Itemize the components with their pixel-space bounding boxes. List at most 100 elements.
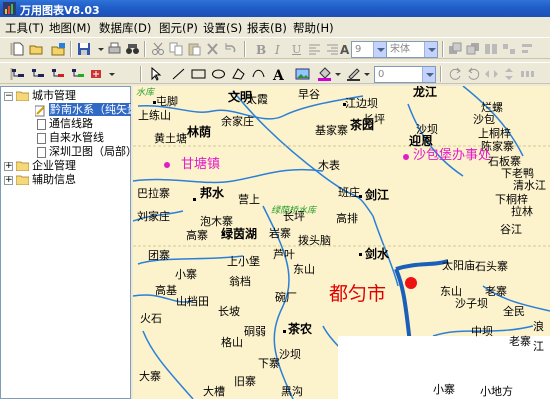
menu-primitive[interactable]: 图元(P) [159, 20, 198, 36]
polygon-tool-button[interactable] [230, 66, 247, 82]
undo-button[interactable] [222, 41, 239, 57]
tree-item-enterprise[interactable]: 企业管理 [32, 159, 76, 173]
map-label: 基家寨 [315, 124, 348, 137]
tree-remove-icon [72, 69, 84, 77]
map-label: 巴拉寨 [137, 187, 170, 200]
expand-toggle[interactable]: + [4, 176, 13, 185]
expand-toggle[interactable]: + [4, 162, 13, 171]
distribute-icon [521, 71, 534, 77]
tree-item-city-management[interactable]: 城市管理 [32, 89, 76, 103]
curve-tool-button[interactable] [250, 66, 267, 82]
tree-item-qiannan-water[interactable]: 黔南水系（纯矢量 [49, 103, 131, 117]
map-label: 剑水 [365, 247, 390, 261]
bold-button[interactable]: B [252, 41, 269, 57]
flip-v-button[interactable] [501, 66, 518, 82]
tree-dropdown[interactable] [104, 66, 121, 82]
main-toolbar: B I U A 9 宋体 [0, 37, 550, 59]
italic-icon: I [274, 43, 280, 56]
select-tool-button[interactable] [147, 66, 164, 82]
rotate-right-button[interactable] [465, 66, 482, 82]
menu-map[interactable]: 地图(M) [49, 20, 91, 36]
tree-remove-button[interactable] [70, 66, 87, 82]
map-label: 芦叶 [273, 248, 295, 261]
preview-button[interactable] [124, 41, 141, 57]
town-dot-icon [222, 233, 225, 236]
tree-collapse-button[interactable] [30, 66, 47, 82]
tree-item-label: 企业管理 [32, 159, 76, 172]
text-tool-button[interactable]: A [270, 66, 287, 82]
menu-tools[interactable]: 工具(T) [5, 20, 44, 36]
rotate-left-button[interactable] [447, 66, 464, 82]
align-left-button[interactable] [306, 41, 323, 57]
font-size-select[interactable]: 9 [351, 41, 387, 58]
font-a-icon: A [340, 43, 350, 56]
menu-database[interactable]: 数据库(D) [99, 20, 151, 36]
map-label: 黄土塘 [154, 132, 187, 145]
delete-button[interactable] [204, 41, 221, 57]
print-button[interactable] [106, 41, 123, 57]
font-family-select[interactable]: 宋体 [386, 41, 438, 58]
menu-help[interactable]: 帮助(H) [293, 20, 334, 36]
collapse-toggle[interactable]: − [4, 92, 13, 101]
map-label: 高寨 [186, 229, 208, 242]
svg-text:B: B [256, 43, 266, 56]
line-width-select[interactable]: 0 [374, 66, 436, 83]
open-map-button[interactable] [50, 41, 67, 57]
rotate-right-icon [468, 67, 480, 80]
tree-item-aux-info[interactable]: 辅助信息 [32, 173, 76, 187]
tree-item-shenzhen-satellite[interactable]: 深圳卫图（局部） [49, 145, 137, 159]
map-label: 剑江 [365, 188, 390, 202]
curve-icon [252, 69, 265, 78]
new-file-button[interactable] [10, 41, 27, 57]
map-label: 小寨 [433, 383, 455, 396]
group-button[interactable] [483, 41, 500, 57]
open-file-button[interactable] [28, 41, 45, 57]
tree-expand-button[interactable] [10, 66, 27, 82]
tree-item-telecom[interactable]: 通信线路 [49, 117, 93, 131]
binoculars-icon [126, 44, 139, 54]
copy-button[interactable] [168, 41, 185, 57]
map-label: 拉林 [511, 205, 533, 218]
italic-button[interactable]: I [270, 41, 287, 57]
map-label: 黑沟 [281, 385, 303, 398]
menu-report[interactable]: 报表(B) [247, 20, 287, 36]
layer-back-button[interactable] [447, 41, 464, 57]
tree-add-button[interactable] [50, 66, 67, 82]
map-label: 沙坝 [279, 348, 301, 361]
title-bar: 万用图表V8.03 [0, 0, 550, 17]
map-canvas[interactable]: 屯脚 上练山 黄土塘 文明 太霞 早谷 余家庄 林荫 江边坝 龙江 长坪 基家寨… [133, 86, 550, 399]
tree-icon [12, 69, 24, 77]
town-dot-icon [193, 198, 196, 201]
map-label: 拨头脑 [298, 234, 331, 247]
print-icon [108, 42, 121, 54]
tree-item-water-pipes[interactable]: 自来水管线 [49, 131, 104, 145]
distribute-button[interactable] [519, 66, 536, 82]
chevron-down-icon [109, 73, 115, 76]
group-icon [485, 44, 497, 54]
image-icon [295, 68, 310, 80]
map-label: 小地方 [480, 385, 513, 398]
layer-front-button[interactable] [465, 41, 482, 57]
map-label: 长坪 [283, 210, 305, 223]
rectangle-tool-button[interactable] [190, 66, 207, 82]
image-tool-button[interactable] [294, 66, 311, 82]
line-tool-button[interactable] [170, 66, 187, 82]
ungroup-button[interactable] [501, 41, 518, 57]
paste-button[interactable] [186, 41, 203, 57]
map-label: 大槽 [203, 385, 225, 398]
underline-button[interactable]: U [288, 41, 305, 57]
ellipse-tool-button[interactable] [210, 66, 227, 82]
align-button[interactable] [519, 41, 536, 57]
flip-horizontal-icon [485, 70, 498, 78]
flip-h-button[interactable] [483, 66, 500, 82]
map-label: 沙包 [473, 113, 495, 126]
tree-insert-button[interactable] [88, 66, 105, 82]
save-button[interactable] [76, 41, 93, 57]
map-label: 班庄 [338, 186, 360, 199]
menu-settings[interactable]: 设置(S) [203, 20, 242, 36]
tree-item-label: 城市管理 [32, 89, 76, 102]
map-label: 太阳庙 [442, 259, 475, 272]
map-label: 早谷 [298, 88, 320, 101]
cut-button[interactable] [150, 41, 167, 57]
map-label: 谷江 [500, 223, 522, 236]
